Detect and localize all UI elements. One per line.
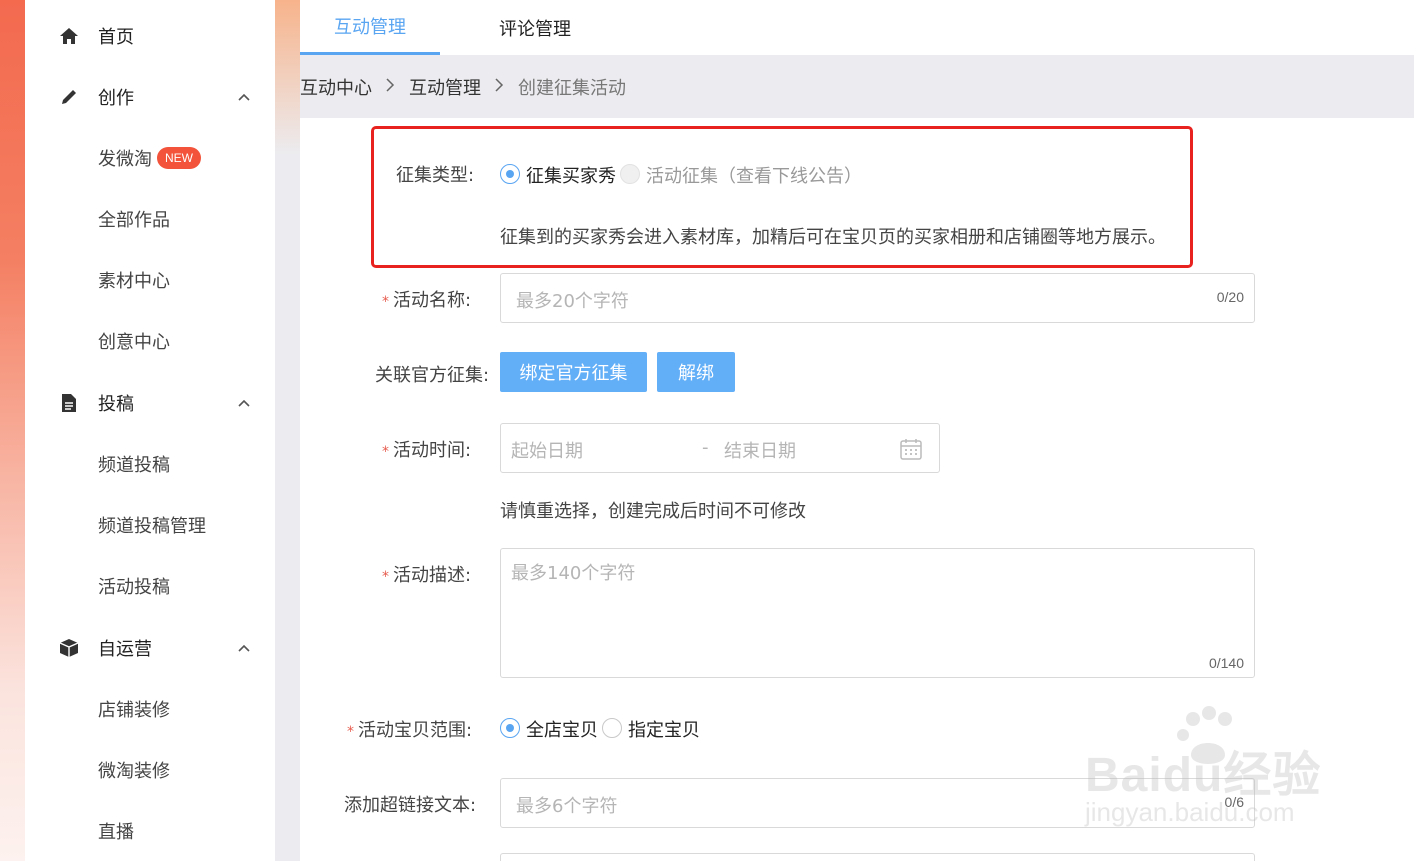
radio-all-items-label[interactable]: 全店宝贝 [526, 716, 598, 742]
description-label: * 活动描述: [382, 561, 471, 587]
chevron-right-icon [495, 77, 504, 96]
sidebar-item-label: 创作 [98, 88, 134, 109]
sidebar-item-all-works[interactable]: 全部作品 [25, 199, 275, 239]
sidebar-item-label: 创意中心 [98, 332, 170, 353]
sidebar-item-creative-center[interactable]: 创意中心 [25, 321, 275, 361]
tab-comment-manage[interactable]: 评论管理 [475, 0, 595, 55]
next-input-partial[interactable] [500, 853, 1255, 861]
breadcrumb-current: 创建征集活动 [518, 77, 626, 99]
required-marker: * [382, 294, 389, 310]
sidebar-item-material-center[interactable]: 素材中心 [25, 260, 275, 300]
sidebar-item-self-operation[interactable]: 自运营 [25, 628, 275, 668]
chevron-right-icon [386, 77, 395, 96]
sidebar-item-label: 微淘装修 [98, 761, 170, 782]
sidebar-item-label: 全部作品 [98, 210, 170, 231]
sidebar-item-label: 直播 [98, 822, 134, 843]
sidebar-item-channel-submission-manage[interactable]: 频道投稿管理 [25, 505, 275, 545]
calendar-icon[interactable] [899, 437, 923, 465]
description-label-text: 活动描述: [393, 565, 472, 586]
annotation-highlight-box [371, 126, 1193, 268]
description-textarea[interactable]: 最多140个字符 0/140 [500, 548, 1255, 678]
link-text-label: 添加超链接文本: [344, 795, 477, 816]
radio-specified-items[interactable] [602, 718, 622, 738]
sidebar-item-label: 频道投稿管理 [98, 516, 206, 537]
activity-time-label-text: 活动时间: [393, 440, 472, 461]
home-icon [58, 25, 80, 47]
activity-time-label: * 活动时间: [382, 436, 471, 462]
sidebar-item-activity-submission[interactable]: 活动投稿 [25, 566, 275, 606]
sidebar-item-channel-submission[interactable]: 频道投稿 [25, 444, 275, 484]
activity-name-label: * 活动名称: [382, 286, 471, 312]
activity-name-input[interactable]: 最多20个字符 0/20 [500, 273, 1255, 323]
tab-interaction-manage[interactable]: 互动管理 [300, 0, 440, 55]
sidebar-item-create[interactable]: 创作 [25, 77, 275, 117]
tab-bar: 互动管理 评论管理 [300, 0, 1414, 55]
required-marker: * [382, 444, 389, 460]
activity-name-counter: 0/20 [1216, 289, 1244, 305]
decorative-edge-strip [0, 0, 25, 861]
sidebar-item-post-weitao[interactable]: 发微淘 NEW [25, 138, 275, 178]
end-date-placeholder[interactable]: 结束日期 [724, 437, 796, 463]
content-gutter [275, 0, 300, 861]
sidebar-item-label: 首页 [98, 27, 134, 48]
activity-time-hint: 请慎重选择，创建完成后时间不可修改 [500, 501, 806, 522]
breadcrumb: 互动中心 互动管理 创建征集活动 [300, 55, 1414, 118]
sidebar-item-weitao-decoration[interactable]: 微淘装修 [25, 750, 275, 790]
scope-label-text: 活动宝贝范围: [358, 720, 473, 741]
breadcrumb-item[interactable]: 互动中心 [300, 74, 372, 100]
official-collect-label: 关联官方征集: [375, 365, 490, 386]
radio-all-items[interactable] [500, 718, 520, 738]
scope-label: * 活动宝贝范围: [347, 716, 472, 742]
activity-name-label-text: 活动名称: [393, 290, 472, 311]
start-date-placeholder[interactable]: 起始日期 [511, 437, 583, 463]
sidebar-item-shop-decoration[interactable]: 店铺装修 [25, 689, 275, 729]
unbind-button[interactable]: 解绑 [657, 352, 735, 392]
radio-specified-items-label[interactable]: 指定宝贝 [628, 716, 700, 742]
breadcrumb-item[interactable]: 互动管理 [409, 74, 481, 100]
sidebar-item-label: 频道投稿 [98, 455, 170, 476]
chevron-up-icon[interactable] [237, 90, 251, 104]
chevron-up-icon[interactable] [237, 396, 251, 410]
chevron-up-icon[interactable] [237, 641, 251, 655]
sidebar-item-home[interactable]: 首页 [25, 16, 275, 56]
bind-official-button[interactable]: 绑定官方征集 [500, 352, 647, 392]
sidebar: 首页 创作 发微淘 NEW 全部作品 素材中心 创意中心 投稿 频道投稿 频道投… [25, 0, 275, 861]
sidebar-item-label: 自运营 [98, 639, 152, 660]
sidebar-item-label: 素材中心 [98, 271, 170, 292]
new-badge: NEW [157, 147, 201, 169]
page: 首页 创作 发微淘 NEW 全部作品 素材中心 创意中心 投稿 频道投稿 频道投… [0, 0, 1414, 861]
pencil-icon [58, 86, 80, 108]
sidebar-item-label: 发微淘 [98, 149, 152, 170]
watermark-url: jingyan.baidu.com [1085, 797, 1295, 827]
activity-name-placeholder: 最多20个字符 [516, 291, 629, 312]
required-marker: * [347, 724, 354, 740]
description-counter: 0/140 [1208, 655, 1244, 671]
sidebar-item-label: 投稿 [98, 394, 134, 415]
date-range-picker[interactable]: 起始日期 - 结束日期 [500, 423, 940, 473]
link-text-placeholder: 最多6个字符 [516, 796, 618, 817]
sidebar-item-submission[interactable]: 投稿 [25, 383, 275, 423]
sidebar-item-label: 活动投稿 [98, 577, 170, 598]
baidu-watermark: Baidu经验 jingyan.baidu.com [1085, 705, 1345, 835]
watermark-text: Baidu经验 [1085, 749, 1322, 802]
date-separator: - [702, 437, 709, 458]
sidebar-item-live[interactable]: 直播 [25, 811, 275, 851]
description-placeholder: 最多140个字符 [511, 563, 636, 584]
box-icon [58, 637, 80, 659]
required-marker: * [382, 569, 389, 585]
sidebar-item-label: 店铺装修 [98, 700, 170, 721]
document-icon [58, 392, 80, 414]
